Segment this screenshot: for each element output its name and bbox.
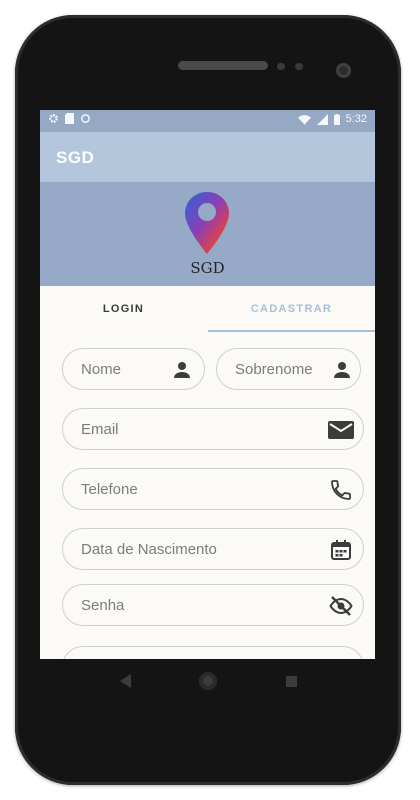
mail-icon — [328, 421, 354, 439]
logo-text: SGD — [190, 259, 225, 277]
sd-card-icon — [65, 113, 74, 124]
senha-input[interactable] — [79, 585, 293, 626]
phone-icon — [331, 480, 351, 500]
proximity-sensor — [277, 63, 285, 70]
telefone-input[interactable] — [79, 469, 293, 510]
wifi-icon — [297, 114, 311, 125]
nome-input[interactable] — [79, 349, 182, 390]
telefone-field[interactable] — [62, 468, 364, 510]
eye-off-icon[interactable] — [329, 594, 353, 618]
home-icon[interactable] — [199, 672, 217, 690]
back-icon[interactable] — [120, 674, 132, 688]
data-nascimento-field[interactable] — [62, 528, 364, 570]
signal-icon — [316, 113, 328, 125]
light-sensor — [295, 63, 303, 70]
sync-icon — [81, 114, 90, 123]
status-bar: 5:32 — [40, 110, 375, 132]
data-nascimento-input[interactable] — [79, 529, 293, 570]
next-field-partial[interactable] — [62, 646, 364, 659]
app-screen: 5:32 SGD SGD LOGIN CADASTRAR — [40, 110, 375, 659]
tab-login[interactable]: LOGIN — [40, 286, 207, 332]
sobrenome-field[interactable] — [216, 348, 361, 390]
android-nav-bar — [40, 659, 375, 705]
email-field[interactable] — [62, 408, 364, 450]
front-camera — [336, 63, 351, 78]
person-icon — [334, 362, 350, 378]
app-bar: SGD — [40, 132, 375, 182]
email-input[interactable] — [79, 409, 293, 450]
logo-header: SGD — [40, 182, 375, 286]
earpiece-speaker — [178, 61, 268, 70]
settings-icon — [49, 114, 58, 123]
app-title: SGD — [56, 148, 95, 167]
senha-field[interactable] — [62, 584, 364, 626]
location-pin-logo-icon — [185, 192, 229, 254]
battery-icon — [333, 113, 340, 125]
person-icon — [174, 362, 190, 378]
tab-cadastrar[interactable]: CADASTRAR — [208, 286, 375, 332]
status-time: 5:32 — [345, 113, 367, 125]
recent-apps-icon[interactable] — [286, 676, 297, 687]
nome-field[interactable] — [62, 348, 205, 390]
tab-bar: LOGIN CADASTRAR — [40, 286, 375, 332]
calendar-icon — [331, 540, 351, 560]
